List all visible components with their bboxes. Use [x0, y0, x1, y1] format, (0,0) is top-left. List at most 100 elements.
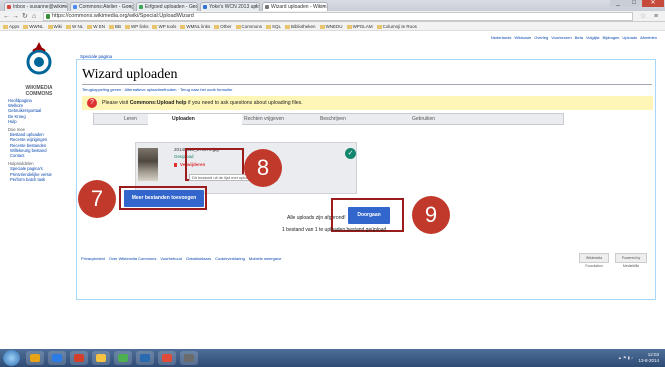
personal-link[interactable]: Wikisusie [514, 35, 531, 40]
app-glyph [184, 354, 194, 362]
app-glyph [118, 354, 128, 362]
browser-tab[interactable]: Erfgoed uploaden - Googl...× [136, 2, 198, 11]
close-tab-icon[interactable]: × [254, 3, 257, 11]
footer-link[interactable]: Mobiele weergave [249, 256, 281, 261]
close-tab-icon[interactable]: × [192, 3, 195, 11]
close-tab-icon[interactable]: × [62, 3, 65, 11]
back-icon[interactable]: ← [3, 12, 10, 21]
mediawiki-logo[interactable]: Powered by MediaWiki [615, 253, 647, 268]
annotation-badge-9: 9 [412, 196, 450, 234]
browser-tab[interactable]: Commons:Atelier - Google ...× [70, 2, 134, 11]
browser-tab[interactable]: Inbox - susanne@wikimedia× [4, 2, 68, 11]
bookmark-item[interactable]: WP links [125, 24, 148, 29]
bookmark-item[interactable]: Wiki [47, 24, 62, 29]
taskbar-app-icon[interactable] [70, 351, 88, 365]
footer-link[interactable]: Ontwikkelaars [186, 256, 211, 261]
sidebar-item[interactable]: Contact [8, 153, 70, 158]
tab-label: Commons:Atelier - Google ... [79, 4, 134, 10]
tab-special-page[interactable]: Speciale pagina [80, 54, 112, 59]
bookmark-item[interactable]: WWNL [23, 24, 44, 29]
wikimedia-foundation-logo[interactable]: Wikimedia Foundation [579, 253, 609, 268]
folder-icon [376, 25, 382, 29]
personal-link[interactable]: Afmelden [640, 35, 657, 40]
bookmark-item[interactable]: W EN [87, 24, 105, 29]
start-button[interactable] [3, 350, 20, 366]
personal-tools: Nederlands Wikisusie Overleg Voorkeuren Beta… [488, 35, 657, 40]
bookmark-label: Apps [9, 24, 20, 29]
app-glyph [96, 354, 106, 362]
tab-favicon-icon [203, 5, 207, 9]
taskbar-app-icon[interactable] [136, 351, 154, 365]
taskbar-app-icon[interactable] [114, 351, 132, 365]
bookmark-item[interactable]: WPGLAM [346, 24, 373, 29]
taskbar-app-icon[interactable] [26, 351, 44, 365]
title-divider [82, 84, 652, 85]
star-icon[interactable]: ☆ [640, 12, 646, 21]
bookmark-item[interactable]: Other [214, 24, 232, 29]
bookmark-item[interactable]: Bibliotheken [285, 24, 316, 29]
add-more-files-button[interactable]: Meer bestanden toevoegen [124, 190, 204, 207]
browser-tab[interactable]: Wizard uploaden - Wikim... × [262, 2, 328, 11]
footer-link[interactable]: Voorbehoud [160, 256, 182, 261]
bookmark-item[interactable]: Columnji te Roos [376, 24, 417, 29]
close-window-icon[interactable]: ✕ [642, 0, 664, 7]
minimize-icon[interactable]: _ [610, 0, 626, 7]
personal-link[interactable]: Overleg [534, 35, 548, 40]
home-icon[interactable]: ⌂ [32, 12, 36, 21]
personal-link[interactable]: Volglijst [586, 35, 600, 40]
help-link[interactable]: Commons:Upload help [130, 100, 187, 106]
bookmark-item[interactable]: Apps [3, 24, 19, 29]
sidebar-item[interactable]: Hulp [8, 119, 70, 124]
footer-link[interactable]: Cookieverklaring [215, 256, 245, 261]
help-text-prefix: Please visit [102, 100, 130, 106]
bookmark-item[interactable]: WNEDU [319, 24, 343, 29]
url-input[interactable]: https://commons.wikimedia.org/wiki/Speci… [43, 12, 633, 21]
checkmark-icon: ✓ [345, 148, 356, 159]
taskbar-app-icon[interactable] [180, 351, 198, 365]
continue-button[interactable]: Doorgaan [348, 207, 390, 224]
taskbar-app-icon[interactable] [92, 351, 110, 365]
footer-link[interactable]: Privacybeleid [81, 256, 105, 261]
menu-icon[interactable]: ≡ [654, 12, 658, 21]
bookmark-item[interactable]: WMNL links [180, 24, 210, 29]
forward-icon[interactable]: → [12, 12, 19, 21]
sidebar-item[interactable]: Perform batch task [8, 177, 70, 182]
bookmark-item[interactable]: SQL [266, 24, 281, 29]
clock[interactable]: 12:03 13-8-2014 [638, 352, 659, 364]
folder-icon [152, 25, 158, 29]
browser-tab-bar: _ □ ✕ Inbox - susanne@wikimedia×Commons:… [0, 0, 665, 11]
wizard-step: Leren [124, 116, 137, 122]
reload-icon[interactable]: ↻ [22, 12, 28, 21]
wikimedia-commons-logo[interactable]: WIKIMEDIA COMMONS [19, 40, 59, 97]
close-tab-icon[interactable]: × [322, 3, 325, 11]
help-banner: ? Please visit Commons:Upload help if yo… [82, 96, 653, 110]
page-tabs: Speciale pagina Zoeken ⌕ [76, 51, 656, 113]
personal-link[interactable]: Nederlands [491, 35, 511, 40]
taskbar-app-icon[interactable] [158, 351, 176, 365]
bookmark-item[interactable]: W NL [66, 24, 83, 29]
footer-link[interactable]: Over Wikimedia Commons [109, 256, 157, 261]
tab-label: Wizard uploaden - Wikim... [271, 4, 328, 10]
url-text: https://commons.wikimedia.org/wiki/Speci… [52, 13, 194, 19]
taskbar-app-icon[interactable] [48, 351, 66, 365]
personal-link[interactable]: Bijdragen [603, 35, 620, 40]
bookmark-item[interactable]: Commons [235, 24, 262, 29]
footer-logos: Wikimedia Foundation Powered by MediaWik… [579, 253, 649, 268]
maximize-icon[interactable]: □ [626, 0, 642, 7]
personal-link[interactable]: Uploads [622, 35, 637, 40]
personal-link[interactable]: Beta [575, 35, 583, 40]
sidebar: Hoofdpagina Welkom Gebruikersportaal De Kro… [8, 98, 70, 182]
browser-tab[interactable]: Yoke's WCN 2013 uploadi...× [200, 2, 260, 11]
commons-logo-icon [26, 42, 52, 75]
wizard-step: Uploaden [172, 116, 195, 122]
tab-favicon-icon [7, 5, 11, 9]
system-tray[interactable]: ▲ ⚑ ▮ ♪ [618, 355, 633, 360]
bookmark-item[interactable]: WP tools [152, 24, 176, 29]
personal-link[interactable]: Voorkeuren [551, 35, 571, 40]
bookmarks-bar: Apps WWNL Wiki W NL W EN BB WP links WP tools WM… [0, 22, 665, 31]
wizard-step: Gebruiken [412, 116, 436, 122]
bookmark-item[interactable]: BB [109, 24, 121, 29]
logo-text: WIKIMEDIA COMMONS [25, 85, 53, 97]
close-tab-icon[interactable]: × [128, 3, 131, 11]
wizard-sublinks[interactable]: Terugkoppeling geven · Alternatieve uplo… [82, 87, 232, 92]
